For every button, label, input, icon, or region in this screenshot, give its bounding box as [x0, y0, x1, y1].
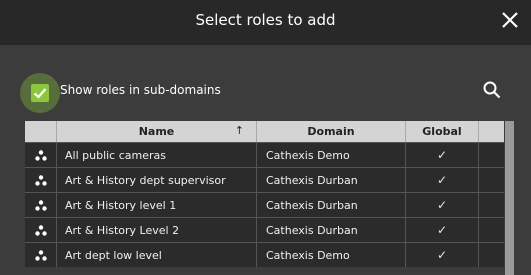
header-extra-col: [479, 121, 504, 142]
search-icon[interactable]: [482, 80, 502, 100]
global-checkmark: ✓: [406, 193, 479, 217]
table-row[interactable]: Art & History Level 2 Cathexis Durban ✓: [25, 217, 504, 242]
role-domain: Cathexis Durban: [257, 218, 406, 242]
global-checkmark: ✓: [406, 168, 479, 192]
dialog-titlebar: Select roles to add: [0, 0, 531, 45]
role-group-icon: [25, 218, 57, 242]
table-header: Name ↑ Domain Global: [25, 121, 504, 142]
role-domain: Cathexis Durban: [257, 168, 406, 192]
show-subdomains-checkbox[interactable]: [20, 73, 60, 113]
checkmark-icon: [33, 88, 47, 99]
role-name: Art & History dept supervisor: [57, 168, 257, 192]
row-extra-col: [479, 143, 504, 167]
role-domain: Cathexis Demo: [257, 143, 406, 167]
role-name: Art & History Level 2: [57, 218, 257, 242]
header-name[interactable]: Name ↑: [57, 121, 257, 142]
role-domain: Cathexis Durban: [257, 193, 406, 217]
roles-table: Name ↑ Domain Global All public cameras …: [25, 121, 504, 267]
show-subdomains-label[interactable]: Show roles in sub-domains: [60, 83, 221, 97]
global-checkmark: ✓: [406, 143, 479, 167]
role-group-icon: [25, 143, 57, 167]
checkbox-box[interactable]: [31, 84, 49, 102]
header-icon-col: [25, 121, 57, 142]
table-row[interactable]: Art & History dept supervisor Cathexis D…: [25, 167, 504, 192]
global-checkmark: ✓: [406, 218, 479, 242]
role-name: All public cameras: [57, 143, 257, 167]
sort-ascending-icon: ↑: [234, 124, 244, 137]
table-row[interactable]: Art & History level 1 Cathexis Durban ✓: [25, 192, 504, 217]
role-group-icon: [25, 168, 57, 192]
dialog-title: Select roles to add: [195, 11, 336, 29]
role-name: Art & History level 1: [57, 193, 257, 217]
header-name-label: Name: [138, 125, 175, 138]
table-scrollbar[interactable]: [505, 121, 514, 275]
row-extra-col: [479, 168, 504, 192]
global-checkmark: ✓: [406, 243, 479, 267]
role-domain: Cathexis Demo: [257, 243, 406, 267]
row-extra-col: [479, 193, 504, 217]
close-icon[interactable]: [499, 9, 521, 31]
header-domain[interactable]: Domain: [257, 121, 406, 142]
table-row[interactable]: All public cameras Cathexis Demo ✓: [25, 142, 504, 167]
row-extra-col: [479, 243, 504, 267]
role-name: Art dept low level: [57, 243, 257, 267]
table-row[interactable]: Art dept low level Cathexis Demo ✓: [25, 242, 504, 267]
row-extra-col: [479, 218, 504, 242]
role-group-icon: [25, 193, 57, 217]
role-group-icon: [25, 243, 57, 267]
header-global[interactable]: Global: [406, 121, 479, 142]
